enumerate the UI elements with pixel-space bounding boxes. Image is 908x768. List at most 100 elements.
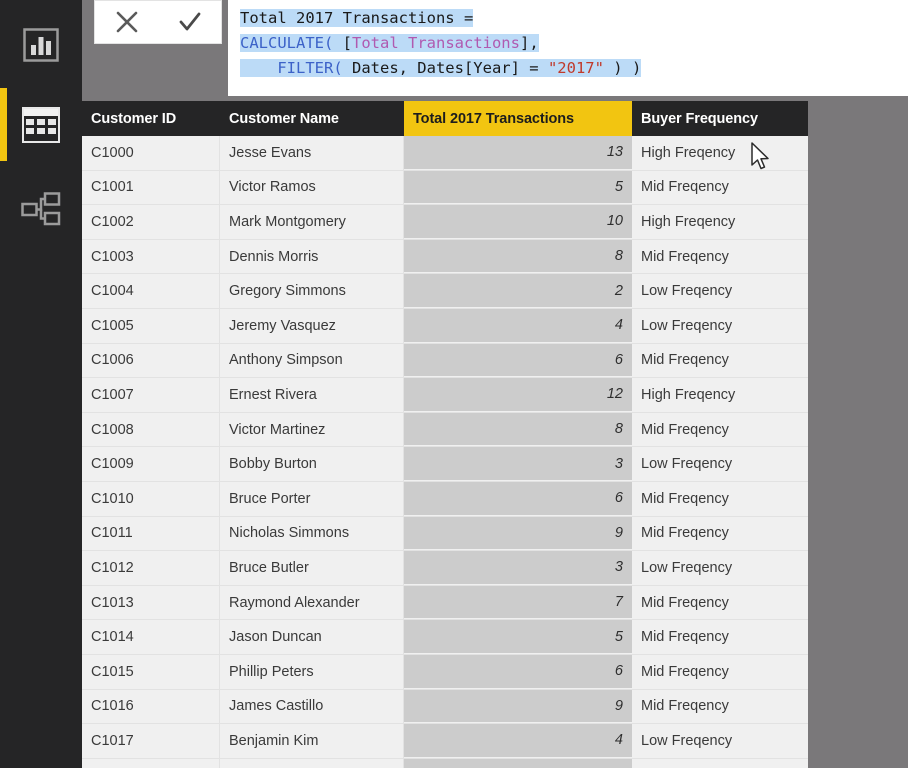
cell-customer-id[interactable]: C1001 — [82, 170, 220, 205]
cancel-edit-button[interactable] — [102, 2, 152, 42]
table-row[interactable]: C1014 Jason Duncan 5 Mid Freqency — [82, 620, 808, 655]
cell-total-2017-transactions[interactable]: 4 — [404, 724, 632, 758]
table-row[interactable]: C1001 Victor Ramos 5 Mid Freqency — [82, 170, 808, 206]
cell-buyer-frequency[interactable]: Low Freqency — [632, 274, 808, 308]
cell-buyer-frequency[interactable]: Mid Freqency — [632, 482, 808, 516]
cell-total-2017-transactions[interactable]: 5 — [404, 170, 632, 205]
cell-buyer-frequency[interactable]: Mid Freqency — [632, 690, 808, 724]
table-row[interactable]: C1010 Bruce Porter 6 Mid Freqency — [82, 481, 808, 517]
column-header-buyer-frequency[interactable]: Buyer Frequency — [632, 101, 808, 136]
dax-formula-input[interactable]: Total 2017 Transactions = CALCULATE( [To… — [228, 0, 908, 96]
cell-buyer-frequency[interactable]: Low Freqency — [632, 759, 808, 768]
table-row[interactable]: C1012 Bruce Butler 3 Low Freqency — [82, 551, 808, 586]
cell-buyer-frequency[interactable]: Low Freqency — [632, 551, 808, 585]
cell-customer-name[interactable]: Mark Montgomery — [220, 205, 404, 239]
cell-total-2017-transactions[interactable]: 6 — [404, 654, 632, 689]
cell-customer-name[interactable]: Phillip Peters — [220, 654, 404, 689]
table-row[interactable]: C1017 Benjamin Kim 4 Low Freqency — [82, 724, 808, 759]
table-row[interactable]: C1009 Bobby Burton 3 Low Freqency — [82, 447, 808, 482]
cell-total-2017-transactions[interactable]: 6 — [404, 481, 632, 516]
cell-customer-id[interactable]: C1007 — [82, 378, 220, 412]
sidebar-item-data[interactable] — [0, 88, 82, 161]
cell-customer-id[interactable]: C1012 — [82, 551, 220, 585]
cell-total-2017-transactions[interactable]: 4 — [404, 308, 632, 343]
cell-total-2017-transactions[interactable]: 9 — [404, 689, 632, 724]
cell-customer-id[interactable]: C1014 — [82, 620, 220, 654]
table-row[interactable]: C1002 Mark Montgomery 10 High Freqency — [82, 205, 808, 240]
cell-customer-name[interactable]: Bruce Butler — [220, 551, 404, 585]
cell-total-2017-transactions[interactable]: 8 — [404, 412, 632, 447]
cell-customer-name[interactable]: Gregory Simmons — [220, 274, 404, 308]
cell-buyer-frequency[interactable]: Mid Freqency — [632, 620, 808, 654]
cell-customer-id[interactable]: C1008 — [82, 412, 220, 447]
cell-customer-name[interactable]: Victor Ramos — [220, 170, 404, 205]
cell-total-2017-transactions[interactable]: 9 — [404, 516, 632, 551]
cell-customer-id[interactable]: C1013 — [82, 585, 220, 620]
cell-customer-name[interactable]: Ernest Rivera — [220, 378, 404, 412]
cell-customer-name[interactable]: Bobby Burton — [220, 447, 404, 481]
cell-buyer-frequency[interactable]: Low Freqency — [632, 309, 808, 343]
accept-edit-button[interactable] — [165, 2, 215, 42]
table-row[interactable]: C1011 Nicholas Simmons 9 Mid Freqency — [82, 516, 808, 552]
column-header-total-2017-transactions[interactable]: Total 2017 Transactions — [404, 101, 632, 136]
cell-customer-id[interactable]: C1015 — [82, 654, 220, 689]
table-row[interactable]: C1008 Victor Martinez 8 Mid Freqency — [82, 412, 808, 448]
cell-customer-name[interactable]: James Castillo — [220, 689, 404, 724]
cell-customer-id[interactable]: C1002 — [82, 205, 220, 239]
cell-total-2017-transactions[interactable]: 6 — [404, 343, 632, 378]
table-row[interactable]: C1016 James Castillo 9 Mid Freqency — [82, 689, 808, 725]
sidebar-item-model[interactable] — [0, 172, 82, 245]
cell-buyer-frequency[interactable]: Mid Freqency — [632, 240, 808, 274]
cell-total-2017-transactions[interactable]: 3 — [404, 447, 632, 481]
cell-customer-id[interactable]: C1003 — [82, 239, 220, 274]
cell-buyer-frequency[interactable]: Mid Freqency — [632, 413, 808, 447]
cell-customer-id[interactable]: C1005 — [82, 308, 220, 343]
cell-customer-id[interactable]: C1010 — [82, 481, 220, 516]
cell-total-2017-transactions[interactable]: 10 — [404, 205, 632, 239]
cell-customer-id[interactable]: C1009 — [82, 447, 220, 481]
cell-customer-name[interactable]: Victor Martinez — [220, 412, 404, 447]
cell-total-2017-transactions[interactable]: 4 — [404, 758, 632, 768]
cell-customer-id[interactable]: C1000 — [82, 136, 220, 170]
table-row[interactable]: C1007 Ernest Rivera 12 High Freqency — [82, 378, 808, 413]
cell-customer-name[interactable]: Shawn Long — [220, 758, 404, 768]
cell-total-2017-transactions[interactable]: 13 — [404, 136, 632, 170]
table-row[interactable]: C1018Shawn Long4Low Freqency — [82, 758, 808, 768]
cell-customer-name[interactable]: Anthony Simpson — [220, 343, 404, 378]
sidebar-item-report[interactable] — [0, 8, 82, 81]
cell-customer-name[interactable]: Benjamin Kim — [220, 724, 404, 758]
cell-customer-name[interactable]: Jason Duncan — [220, 620, 404, 654]
column-header-customer-id[interactable]: Customer ID — [82, 101, 220, 136]
table-row[interactable]: C1003 Dennis Morris 8 Mid Freqency — [82, 239, 808, 275]
table-row[interactable]: C1013 Raymond Alexander 7 Mid Freqency — [82, 585, 808, 621]
cell-total-2017-transactions[interactable]: 12 — [404, 378, 632, 412]
cell-customer-id[interactable]: C1017 — [82, 724, 220, 758]
cell-customer-name[interactable]: Raymond Alexander — [220, 585, 404, 620]
cell-customer-name[interactable]: Nicholas Simmons — [220, 516, 404, 551]
cell-total-2017-transactions[interactable]: 5 — [404, 620, 632, 654]
column-header-customer-name[interactable]: Customer Name — [220, 101, 404, 136]
cell-customer-id[interactable]: C1006 — [82, 343, 220, 378]
cell-customer-name[interactable]: Bruce Porter — [220, 481, 404, 516]
table-row[interactable]: C1015 Phillip Peters 6 Mid Freqency — [82, 654, 808, 690]
cell-buyer-frequency[interactable]: High Freqency — [632, 136, 808, 170]
cell-customer-id[interactable]: C1011 — [82, 516, 220, 551]
table-row[interactable]: C1000 Jesse Evans 13 High Freqency — [82, 136, 808, 171]
cell-buyer-frequency[interactable]: Mid Freqency — [632, 171, 808, 205]
cell-buyer-frequency[interactable]: Low Freqency — [632, 447, 808, 481]
cell-buyer-frequency[interactable]: Mid Freqency — [632, 586, 808, 620]
table-row[interactable]: C1004 Gregory Simmons 2 Low Freqency — [82, 274, 808, 309]
cell-buyer-frequency[interactable]: High Freqency — [632, 378, 808, 412]
cell-customer-name[interactable]: Dennis Morris — [220, 239, 404, 274]
cell-buyer-frequency[interactable]: Mid Freqency — [632, 517, 808, 551]
cell-total-2017-transactions[interactable]: 3 — [404, 551, 632, 585]
cell-buyer-frequency[interactable]: Low Freqency — [632, 724, 808, 758]
cell-customer-id[interactable]: C1016 — [82, 689, 220, 724]
cell-buyer-frequency[interactable]: High Freqency — [632, 205, 808, 239]
cell-total-2017-transactions[interactable]: 2 — [404, 274, 632, 308]
cell-customer-name[interactable]: Jesse Evans — [220, 136, 404, 170]
cell-total-2017-transactions[interactable]: 7 — [404, 585, 632, 620]
cell-buyer-frequency[interactable]: Mid Freqency — [632, 344, 808, 378]
table-row[interactable]: C1005 Jeremy Vasquez 4 Low Freqency — [82, 308, 808, 344]
cell-buyer-frequency[interactable]: Mid Freqency — [632, 655, 808, 689]
